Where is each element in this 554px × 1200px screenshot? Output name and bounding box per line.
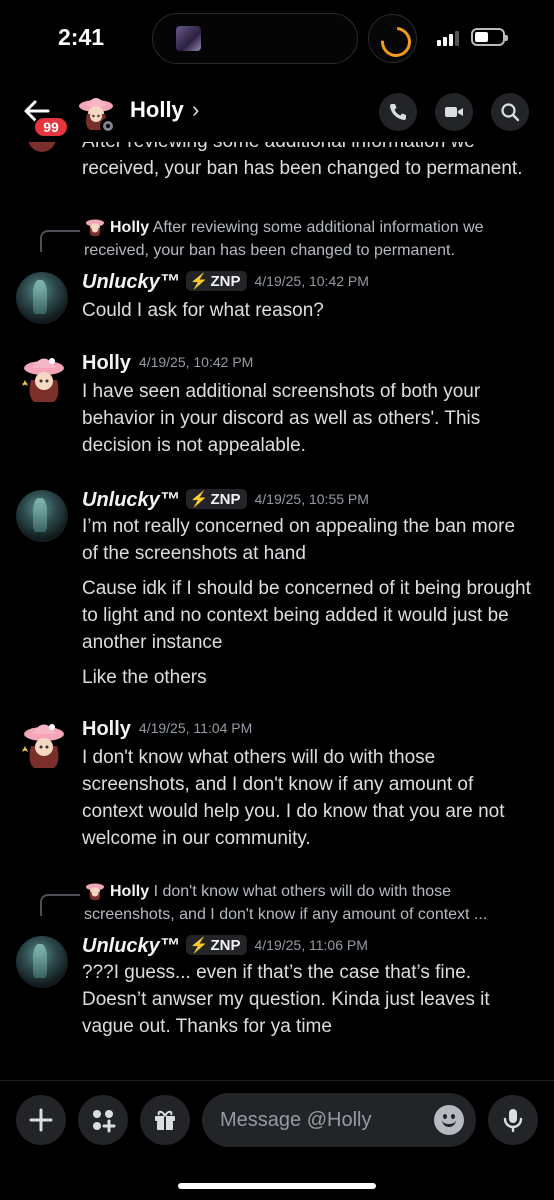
holly-mini-avatar [86, 219, 104, 236]
unlucky-avatar[interactable] [16, 490, 68, 542]
reply-author: Holly [110, 219, 150, 236]
cellular-signal-icon [437, 30, 463, 46]
unread-badge: 99 [33, 116, 69, 138]
now-playing-thumbnail [176, 26, 201, 51]
gift-button[interactable] [140, 1095, 190, 1145]
guild-tag[interactable]: ⚡ ZNP [185, 935, 247, 955]
timestamp: 4/19/25, 10:42 PM [138, 354, 254, 370]
message-text: I’m not really concerned on appealing th… [82, 516, 516, 564]
reply-spine [40, 894, 80, 916]
add-attachment-button[interactable] [16, 1095, 66, 1145]
composer-bar [0, 1080, 554, 1200]
clock: 2:41 [58, 24, 105, 50]
author-name[interactable]: Holly [82, 352, 131, 374]
guild-tag-label: ZNP [210, 491, 241, 508]
gift-icon [155, 1110, 175, 1130]
author-name[interactable]: Unlucky™ [82, 489, 180, 511]
dynamic-island[interactable] [152, 13, 358, 64]
home-indicator[interactable] [178, 1183, 376, 1189]
emoji-icon[interactable] [434, 1105, 464, 1135]
microphone-icon [503, 1109, 523, 1133]
unlucky-avatar[interactable] [16, 272, 68, 324]
reply-author: Holly [110, 883, 150, 900]
status-bar: 2:41 [0, 0, 554, 80]
message-text: Could I ask for what reason? [82, 300, 324, 321]
lightning-bolt-icon: ⚡ [189, 273, 209, 290]
guild-tag[interactable]: ⚡ ZNP [185, 271, 247, 291]
timestamp: 4/19/25, 11:04 PM [138, 720, 253, 736]
apps-button[interactable] [78, 1095, 128, 1145]
battery-icon [471, 28, 508, 46]
video-camera-icon [445, 107, 463, 117]
chevron-right-icon[interactable]: › [192, 97, 199, 123]
search-icon [501, 103, 520, 122]
author-name[interactable]: Unlucky™ [82, 935, 180, 957]
lightning-bolt-icon: ⚡ [189, 937, 209, 954]
offline-status-icon [100, 118, 116, 134]
guild-tag-label: ZNP [210, 273, 241, 290]
holly-mini-avatar [86, 883, 104, 900]
holly-avatar[interactable] [16, 718, 68, 770]
holly-avatar[interactable] [16, 142, 68, 152]
search-button[interactable] [491, 93, 529, 131]
reply-preview[interactable]: Holly After reviewing some additional in… [84, 215, 534, 262]
plus-icon [29, 1108, 53, 1132]
message-text: I have seen additional screenshots of bo… [82, 381, 481, 456]
conversation-name[interactable]: Holly [130, 97, 184, 123]
lightning-bolt-icon: ⚡ [189, 491, 209, 508]
voice-call-button[interactable] [379, 93, 417, 131]
timestamp: 4/19/25, 10:55 PM [254, 491, 369, 507]
video-call-button[interactable] [435, 93, 473, 131]
message-text: After reviewing some additional informat… [82, 142, 523, 179]
guild-tag-label: ZNP [210, 937, 241, 954]
author-name[interactable]: Holly [82, 718, 131, 740]
message-text: ???I guess... even if that’s the case th… [82, 962, 490, 1037]
message-text: Like the others [82, 667, 207, 688]
author-name[interactable]: Unlucky™ [82, 271, 180, 293]
message-text: I don't know what others will do with th… [82, 747, 505, 849]
reply-preview[interactable]: Holly I don't know what others will do w… [84, 879, 534, 926]
unlucky-avatar[interactable] [16, 936, 68, 988]
activity-ring-icon[interactable] [368, 14, 417, 63]
timestamp: 4/19/25, 10:42 PM [254, 273, 369, 289]
phone-icon [390, 104, 406, 120]
chat-header: 99 Holly › [0, 84, 554, 142]
message-input[interactable] [220, 1093, 420, 1147]
timestamp: 4/19/25, 11:06 PM [254, 937, 368, 953]
guild-tag[interactable]: ⚡ ZNP [185, 489, 247, 509]
message-list[interactable]: After reviewing some additional informat… [0, 142, 554, 1080]
apps-icon [93, 1110, 116, 1133]
reply-spine [40, 230, 80, 252]
message-text: Cause idk if I should be concerned of it… [82, 578, 531, 653]
voice-message-button[interactable] [488, 1095, 538, 1145]
holly-avatar[interactable] [16, 352, 68, 404]
message-composer[interactable] [202, 1093, 476, 1147]
